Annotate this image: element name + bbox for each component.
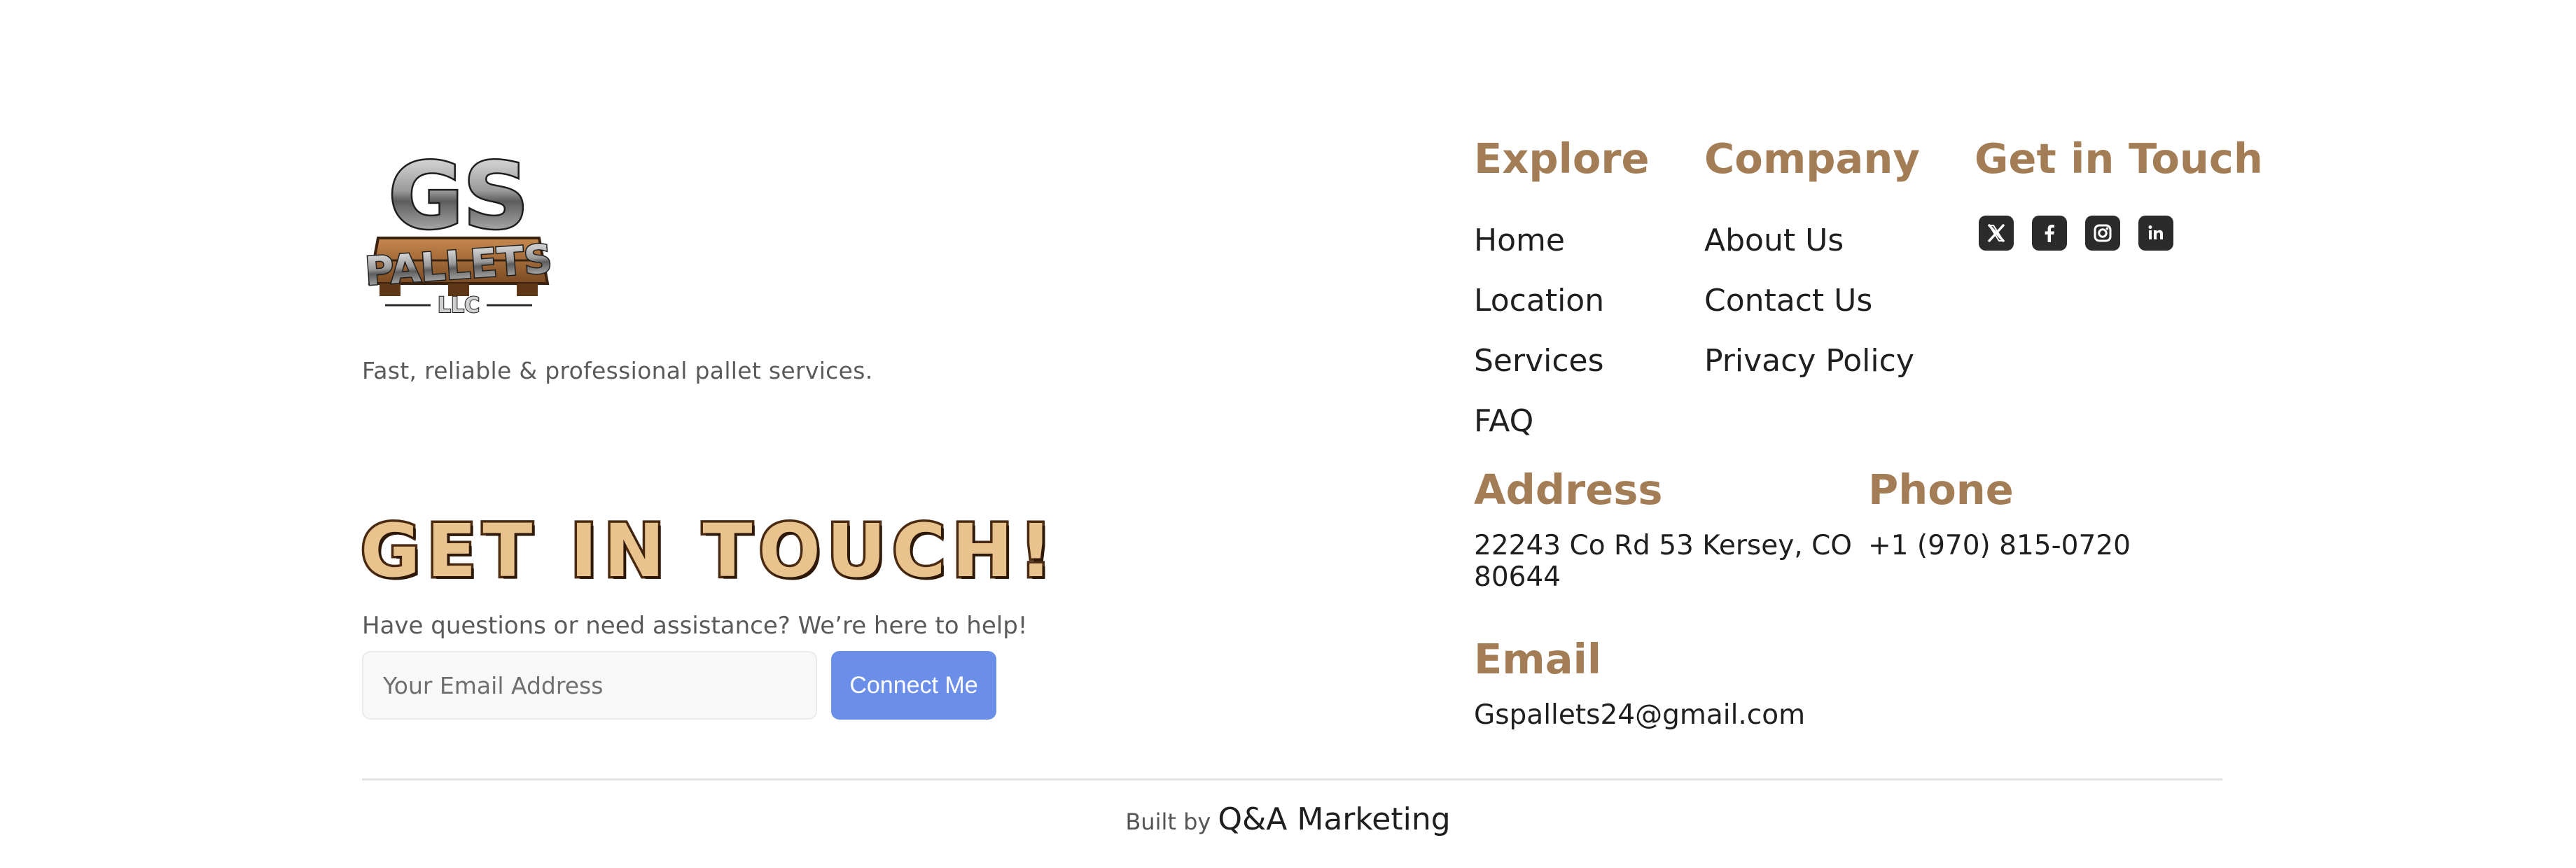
email-input[interactable] bbox=[362, 651, 817, 720]
built-by-credit: Built by Q&A Marketing bbox=[0, 802, 2576, 837]
nav-link-faq[interactable]: FAQ bbox=[1474, 406, 1533, 437]
built-by-prefix: Built by bbox=[1125, 808, 1211, 835]
get-in-touch-title: GET IN TOUCH! bbox=[358, 508, 1059, 594]
nav-link-about-us[interactable]: About Us bbox=[1704, 225, 1844, 256]
instagram-icon[interactable] bbox=[2085, 216, 2120, 251]
nav-link-privacy-policy[interactable]: Privacy Policy bbox=[1704, 346, 1914, 377]
phone-heading: Phone bbox=[1868, 465, 2014, 514]
facebook-icon[interactable] bbox=[2032, 216, 2067, 251]
agency-link[interactable]: Q&A Marketing bbox=[1218, 802, 1450, 837]
logo-gs-text: GS bbox=[389, 143, 529, 249]
linkedin-icon[interactable] bbox=[2138, 216, 2173, 251]
nav-link-home[interactable]: Home bbox=[1474, 225, 1565, 256]
site-footer: GS PALLETS LLC Fast, reliable & professi… bbox=[0, 0, 2576, 868]
get-in-touch-subtitle: Have questions or need assistance? We’re… bbox=[362, 612, 1028, 640]
nav-link-contact-us[interactable]: Contact Us bbox=[1704, 286, 1872, 316]
x-icon[interactable] bbox=[1979, 216, 2014, 251]
address-heading: Address bbox=[1474, 465, 1663, 514]
footer-divider bbox=[362, 778, 2222, 780]
nav-link-services[interactable]: Services bbox=[1474, 346, 1604, 377]
explore-heading: Explore bbox=[1474, 134, 1650, 183]
phone-number[interactable]: +1 (970) 815-0720 bbox=[1868, 531, 2131, 561]
company-heading: Company bbox=[1704, 134, 1920, 183]
connect-me-button[interactable]: Connect Me bbox=[831, 651, 996, 720]
address-line-1: 22243 Co Rd 53 Kersey, CO bbox=[1474, 530, 1853, 561]
email-heading: Email bbox=[1474, 635, 1602, 683]
address-line-2: 80644 bbox=[1474, 561, 1561, 593]
email-address[interactable]: Gspallets24@gmail.com bbox=[1474, 700, 1805, 731]
nav-link-location[interactable]: Location bbox=[1474, 286, 1604, 316]
social-heading: Get in Touch bbox=[1975, 134, 2263, 183]
tagline: Fast, reliable & professional pallet ser… bbox=[362, 357, 873, 384]
svg-text:LLC: LLC bbox=[438, 293, 480, 318]
gs-pallets-logo[interactable]: GS PALLETS LLC bbox=[363, 140, 555, 322]
